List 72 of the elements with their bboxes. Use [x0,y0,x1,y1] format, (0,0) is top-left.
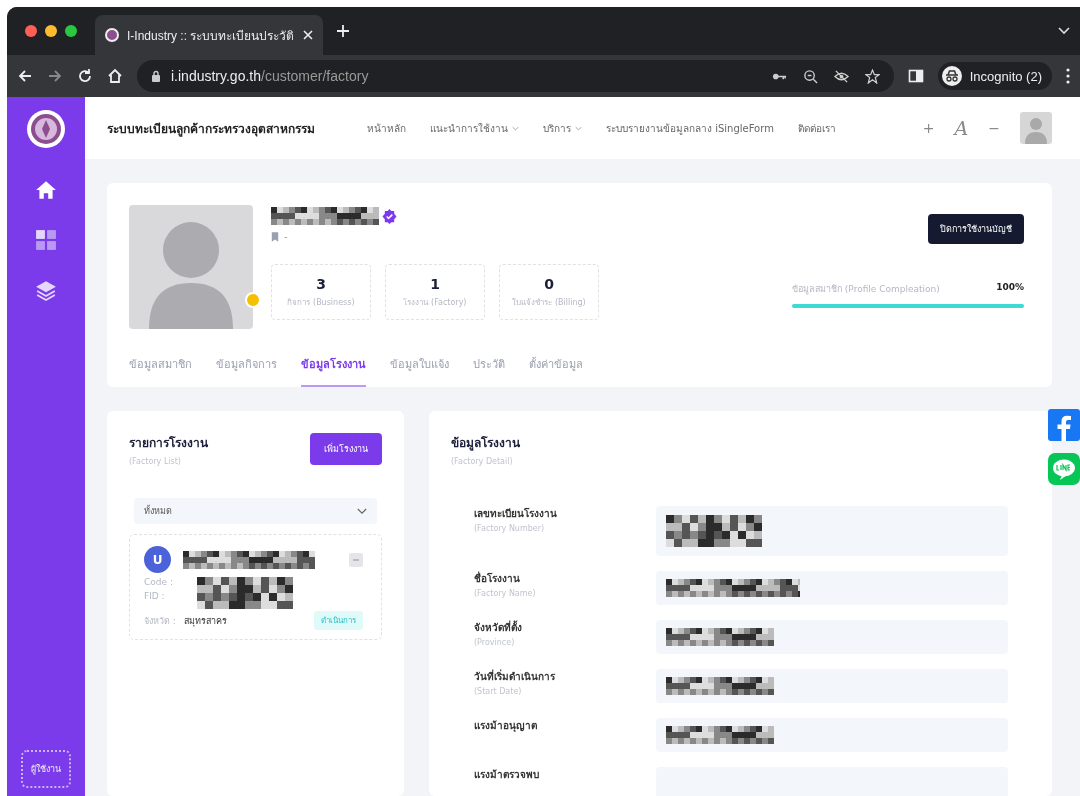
stat-label: ใบแจ้งชำระ (Billing) [512,296,586,309]
stat-value: 1 [430,275,440,292]
nav-link[interactable]: หน้าหลัก [367,120,406,136]
card-subtitle: (Factory Detail) [451,457,514,466]
field-label: แรงม้าอนุญาต [474,719,538,733]
close-tab-icon[interactable] [303,30,313,40]
nav-link[interactable]: บริการ [543,120,582,136]
lock-icon [151,70,161,82]
field-label: แรงม้าตรวจพบ [474,768,540,782]
stat-label: กิจการ (Business) [287,296,355,309]
address-field[interactable]: i.industry.go.th/customer/factory [137,60,894,92]
field-label: วันที่เริ่มดำเนินการ [474,669,556,684]
facebook-icon[interactable] [1048,409,1080,441]
stat-value: 0 [544,275,554,292]
completion-label: ข้อมูลสมาชิก (Profile Compleation) [792,283,940,296]
field-label: ชื่อโรงงาน [474,571,521,586]
province-value: สมุทรสาคร [183,614,227,628]
side-panel-icon[interactable] [907,68,924,84]
status-badge: ดำเนินการ [314,611,363,630]
new-tab-icon[interactable] [337,25,349,37]
card-subtitle: (Factory List) [129,457,182,466]
profile-tab[interactable]: ข้อมูลโรงงาน [301,355,366,387]
field-label: เลขทะเบียนโรงงาน [474,507,558,521]
back-icon[interactable] [17,68,33,84]
font-size-control[interactable]: − [988,120,1000,136]
field-sublabel: (Factory Name) [474,589,537,598]
factory-item[interactable]: U Code : FID : จังหวัด : สมุทรสาคร ดำเนินการ [129,534,382,640]
reload-icon[interactable] [77,68,93,84]
stat-label: โรงงาน (Factory) [403,296,467,309]
menu-icon[interactable] [1066,68,1070,84]
home-icon[interactable] [107,68,123,84]
layers-icon [35,279,57,301]
eye-slash-icon[interactable] [833,68,849,84]
add-factory-button[interactable]: เพิ่มโรงงาน [310,433,382,465]
browser-tab[interactable]: I-Industry :: ระบบทะเบียนประวัติ [95,15,323,55]
field-label: Code : [144,577,173,587]
bookmark-text: - [284,231,288,242]
field-label: FID : [144,591,166,601]
factory-avatar: U [144,546,171,573]
nav-link[interactable]: ติดต่อเรา [797,120,836,136]
dashboard-icon [35,229,57,251]
site-title: ระบบทะเบียนลูกค้ากระทรวงอุตสาหกรรม [107,120,315,138]
chevron-down-icon [357,507,367,515]
zoom-icon[interactable] [802,68,818,84]
incognito-button[interactable]: Incognito (2) [937,62,1052,90]
card-title: รายการโรงงาน [129,435,208,452]
incognito-icon [941,66,962,86]
field-sublabel: (Start Date) [474,687,523,696]
deactivate-account-button[interactable]: ปิดการใช้งานบัญชี [928,214,1024,244]
field-sublabel: (Province) [474,638,516,647]
field-label: จังหวัด : [144,614,176,628]
field-sublabel: (Factory Number) [474,524,546,533]
completion-percentage: 100% [996,282,1024,294]
emblem-logo-icon [26,109,66,149]
field-label: จังหวัดที่ตั้ง [474,620,523,635]
site-logo-icon [105,28,119,42]
font-size-control[interactable]: + [922,120,935,136]
forward-icon[interactable] [47,68,63,84]
home-icon [35,179,57,201]
star-icon[interactable] [864,68,880,84]
nav-link[interactable]: แนะนำการใช้งาน [430,120,519,136]
minimize-window-icon[interactable] [45,25,57,37]
card-title: ข้อมูลโรงงาน [451,435,521,452]
font-size-control[interactable]: A [954,117,969,139]
user-button[interactable]: ผู้ใช้งาน [21,750,71,788]
nav-link[interactable]: ระบบรายงานข้อมูลกลาง iSingleForm [606,120,774,136]
stat-value: 3 [316,275,326,292]
chevron-down-icon[interactable] [1058,27,1070,35]
filter-dropdown[interactable]: ทั้งหมด [134,498,377,524]
maximize-window-icon[interactable] [65,25,77,37]
bookmark-icon [271,231,279,242]
close-window-icon[interactable] [25,25,37,37]
